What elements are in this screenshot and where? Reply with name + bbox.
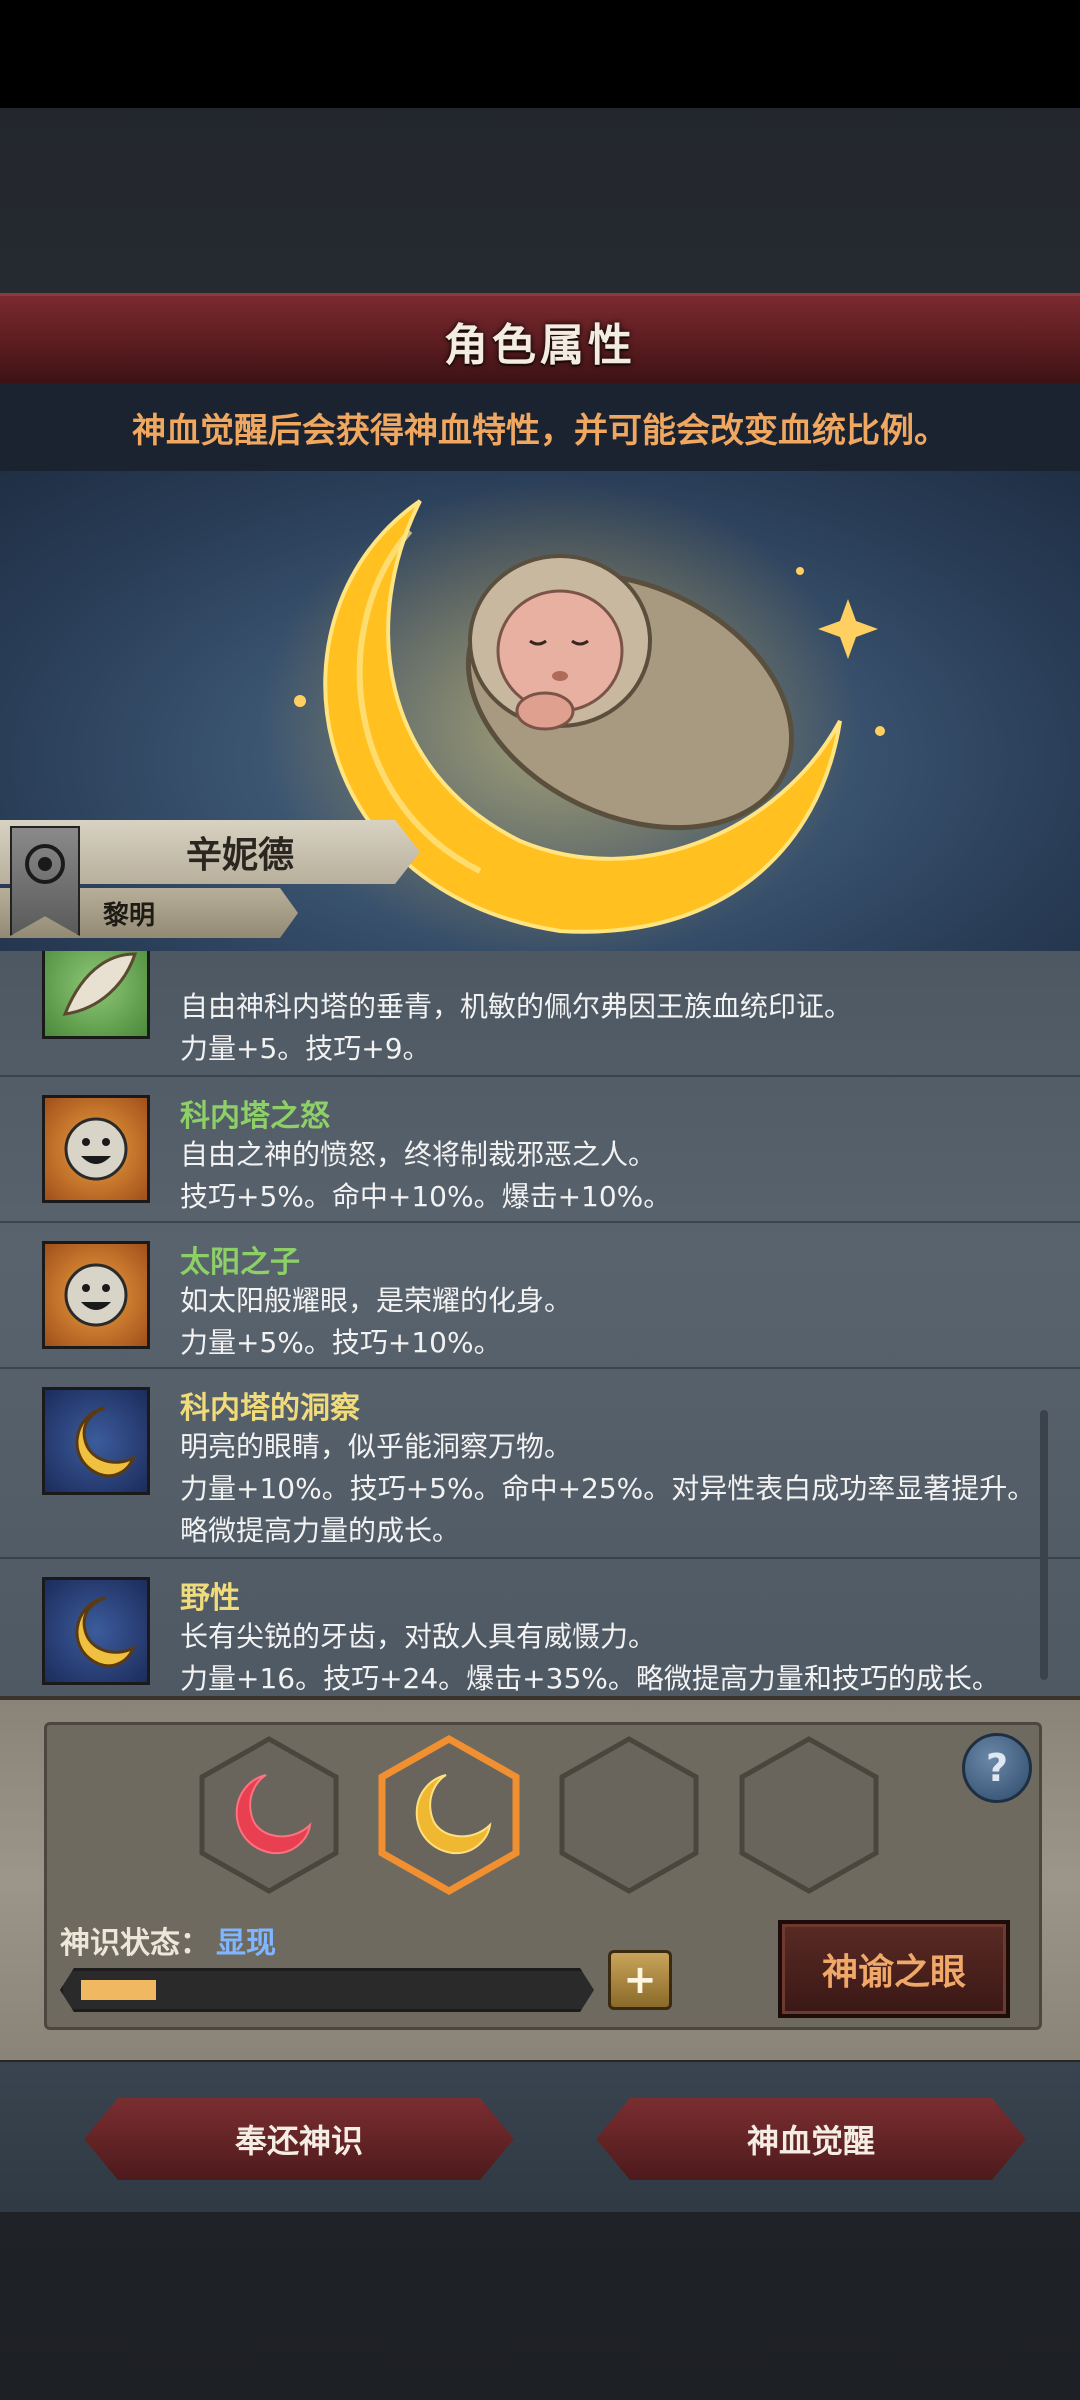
crescent-moon-icon	[42, 1577, 150, 1685]
status-value: 显现	[216, 1926, 276, 1961]
slot-gold-crescent[interactable]	[376, 1734, 522, 1896]
notice-text: 神血觉醒后会获得神血特性，并可能会改变血统比例。	[132, 410, 948, 451]
progress-fill	[81, 1980, 156, 2000]
divine-awaken-button[interactable]: 神血觉醒	[596, 2098, 1026, 2180]
trait-effect: 力量+10%。技巧+5%。命中+25%。对异性表白成功率显著提升。	[180, 1472, 1036, 1505]
trait-name: 野性	[180, 1581, 240, 1616]
trait-name: 科内塔之怒	[180, 1099, 330, 1134]
trait-effect: 力量+5%。技巧+10%。	[180, 1326, 502, 1359]
trait-effect: 力量+16。技巧+24。爆击+35%。略微提高力量和技巧的成长。	[180, 1662, 1000, 1695]
trait-description: 自由之神的愤怒，终将制裁邪恶之人。	[180, 1138, 657, 1171]
oracle-eye-button[interactable]: 神谕之眼	[778, 1920, 1010, 2018]
character-title: 黎明	[102, 900, 155, 931]
return-sense-button[interactable]: 奉还神识	[84, 2098, 514, 2180]
trait-name: 太阳之子	[180, 1245, 300, 1280]
page-title: 角色属性	[444, 320, 636, 371]
trait-row: 太阳之子 如太阳般耀眼，是荣耀的化身。 力量+5%。技巧+10%。	[0, 1221, 1080, 1369]
trait-effect: 技巧+5%。命中+10%。爆击+10%。	[180, 1180, 672, 1213]
progress-bar	[60, 1968, 594, 2012]
sun-face-icon	[42, 1095, 150, 1203]
trait-description: 明亮的眼睛，似乎能洞察万物。	[180, 1430, 573, 1463]
notice-bar: 神血觉醒后会获得神血特性，并可能会改变血统比例。	[0, 383, 1080, 471]
scrollbar[interactable]	[1040, 1410, 1048, 1680]
character-name: 辛妮德	[185, 835, 294, 876]
add-button[interactable]: +	[608, 1950, 672, 2010]
feather-icon	[42, 951, 150, 1039]
trait-row: 科内塔的洞察 明亮的眼睛，似乎能洞察万物。 力量+10%。技巧+5%。命中+25…	[0, 1367, 1080, 1559]
crescent-moon-icon	[42, 1387, 150, 1495]
trait-row: 自由神科内塔的垂青，机敏的佩尔弗因王族血统印证。 力量+5。技巧+9。	[0, 951, 1080, 1077]
trait-row: 科内塔之怒 自由之神的愤怒，终将制裁邪恶之人。 技巧+5%。命中+10%。爆击+…	[0, 1075, 1080, 1223]
trait-extra: 略微提高力量的成长。	[180, 1514, 461, 1547]
trait-list[interactable]: 自由神科内塔的垂青，机敏的佩尔弗因王族血统印证。 力量+5。技巧+9。 科内塔之…	[0, 951, 1080, 1696]
page-header: 角色属性	[0, 293, 1080, 389]
trait-row: 野性 长有尖锐的牙齿，对敌人具有威慑力。 力量+16。技巧+24。爆击+35%。…	[0, 1557, 1080, 1696]
trait-description: 长有尖锐的牙齿，对敌人具有威慑力。	[180, 1620, 657, 1653]
slot-empty[interactable]	[556, 1735, 702, 1895]
trait-name: 科内塔的洞察	[180, 1391, 360, 1426]
oracle-eye-label: 神谕之眼	[821, 1952, 966, 1993]
divine-awaken-label: 神血觉醒	[746, 2122, 875, 2160]
status-bar	[0, 0, 1080, 108]
slot-empty[interactable]	[736, 1735, 882, 1895]
status-label: 神识状态：	[60, 1926, 210, 1961]
trait-effect: 力量+5。技巧+9。	[180, 1032, 431, 1065]
help-icon[interactable]: ?	[962, 1733, 1032, 1803]
slot-red-crescent[interactable]	[196, 1735, 342, 1895]
sun-face-icon	[42, 1241, 150, 1349]
trait-description: 自由神科内塔的垂青，机敏的佩尔弗因王族血统印证。	[180, 990, 853, 1023]
trait-description: 如太阳般耀眼，是荣耀的化身。	[180, 1284, 573, 1317]
return-sense-label: 奉还神识	[234, 2122, 363, 2160]
